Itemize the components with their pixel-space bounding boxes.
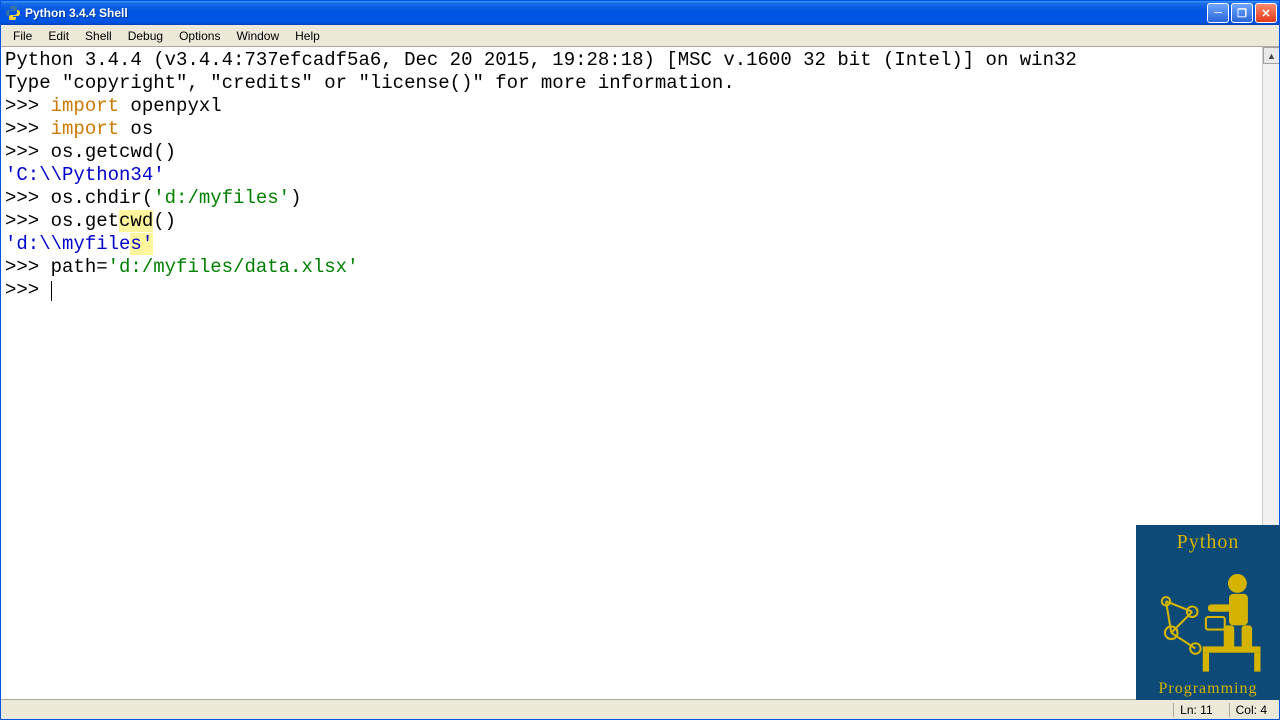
module-os: os bbox=[119, 118, 153, 140]
prompt: >>> bbox=[5, 187, 51, 209]
watermark-subtitle: Programming bbox=[1159, 680, 1258, 698]
prompt: >>> bbox=[5, 95, 51, 117]
output-cwd-1: 'C:\\Python34' bbox=[5, 164, 165, 186]
text-cursor bbox=[51, 281, 52, 301]
keyword-import: import bbox=[51, 95, 119, 117]
prompt: >>> bbox=[5, 279, 51, 301]
idle-window: Python 3.4.4 Shell ─ ❐ ✕ File Edit Shell… bbox=[0, 0, 1280, 720]
python-icon bbox=[5, 5, 21, 21]
call-chdir-pre: os.chdir( bbox=[51, 187, 154, 209]
watermark-overlay: Python Programming bbox=[1136, 525, 1280, 700]
menu-options[interactable]: Options bbox=[171, 27, 228, 45]
content-area: Python 3.4.4 (v3.4.4:737efcadf5a6, Dec 2… bbox=[1, 47, 1279, 699]
maximize-button[interactable]: ❐ bbox=[1231, 3, 1253, 23]
menubar: File Edit Shell Debug Options Window Hel… bbox=[1, 25, 1279, 47]
close-button[interactable]: ✕ bbox=[1255, 3, 1277, 23]
module-openpyxl: openpyxl bbox=[119, 95, 222, 117]
call-getcwd: os.getcwd() bbox=[51, 141, 176, 163]
keyword-import: import bbox=[51, 118, 119, 140]
prompt: >>> bbox=[5, 210, 51, 232]
watermark-title: Python bbox=[1177, 531, 1240, 554]
call-chdir-post: ) bbox=[290, 187, 301, 209]
menu-window[interactable]: Window bbox=[228, 27, 287, 45]
status-line: Ln: 11 bbox=[1173, 703, 1218, 717]
banner-line-2: Type "copyright", "credits" or "license(… bbox=[5, 72, 735, 94]
output-cwd-2-pre: 'd:\\myfile bbox=[5, 233, 130, 255]
menu-help[interactable]: Help bbox=[287, 27, 328, 45]
menu-shell[interactable]: Shell bbox=[77, 27, 120, 45]
prompt: >>> bbox=[5, 141, 51, 163]
statusbar: Ln: 11 Col: 4 bbox=[1, 699, 1279, 719]
output-cwd-2-hl: s' bbox=[130, 233, 153, 255]
minimize-button[interactable]: ─ bbox=[1207, 3, 1229, 23]
path-string: 'd:/myfiles/data.xlsx' bbox=[108, 256, 359, 278]
status-col: Col: 4 bbox=[1229, 703, 1273, 717]
menu-file[interactable]: File bbox=[5, 27, 40, 45]
prompt: >>> bbox=[5, 256, 51, 278]
prompt: >>> bbox=[5, 118, 51, 140]
highlight-cwd: cwd bbox=[119, 210, 153, 232]
call-getcwd-post: () bbox=[153, 210, 176, 232]
titlebar[interactable]: Python 3.4.4 Shell ─ ❐ ✕ bbox=[1, 1, 1279, 25]
assign-path-pre: path= bbox=[51, 256, 108, 278]
call-getcwd-pre: os.get bbox=[51, 210, 119, 232]
menu-debug[interactable]: Debug bbox=[120, 27, 171, 45]
scroll-up-button[interactable]: ▲ bbox=[1263, 47, 1279, 64]
chdir-string: 'd:/myfiles' bbox=[153, 187, 290, 209]
menu-edit[interactable]: Edit bbox=[40, 27, 77, 45]
window-controls: ─ ❐ ✕ bbox=[1207, 3, 1277, 23]
watermark-graphic bbox=[1140, 554, 1276, 680]
shell-editor[interactable]: Python 3.4.4 (v3.4.4:737efcadf5a6, Dec 2… bbox=[1, 47, 1262, 699]
banner-line-1: Python 3.4.4 (v3.4.4:737efcadf5a6, Dec 2… bbox=[5, 49, 1077, 71]
window-title: Python 3.4.4 Shell bbox=[25, 6, 1207, 20]
